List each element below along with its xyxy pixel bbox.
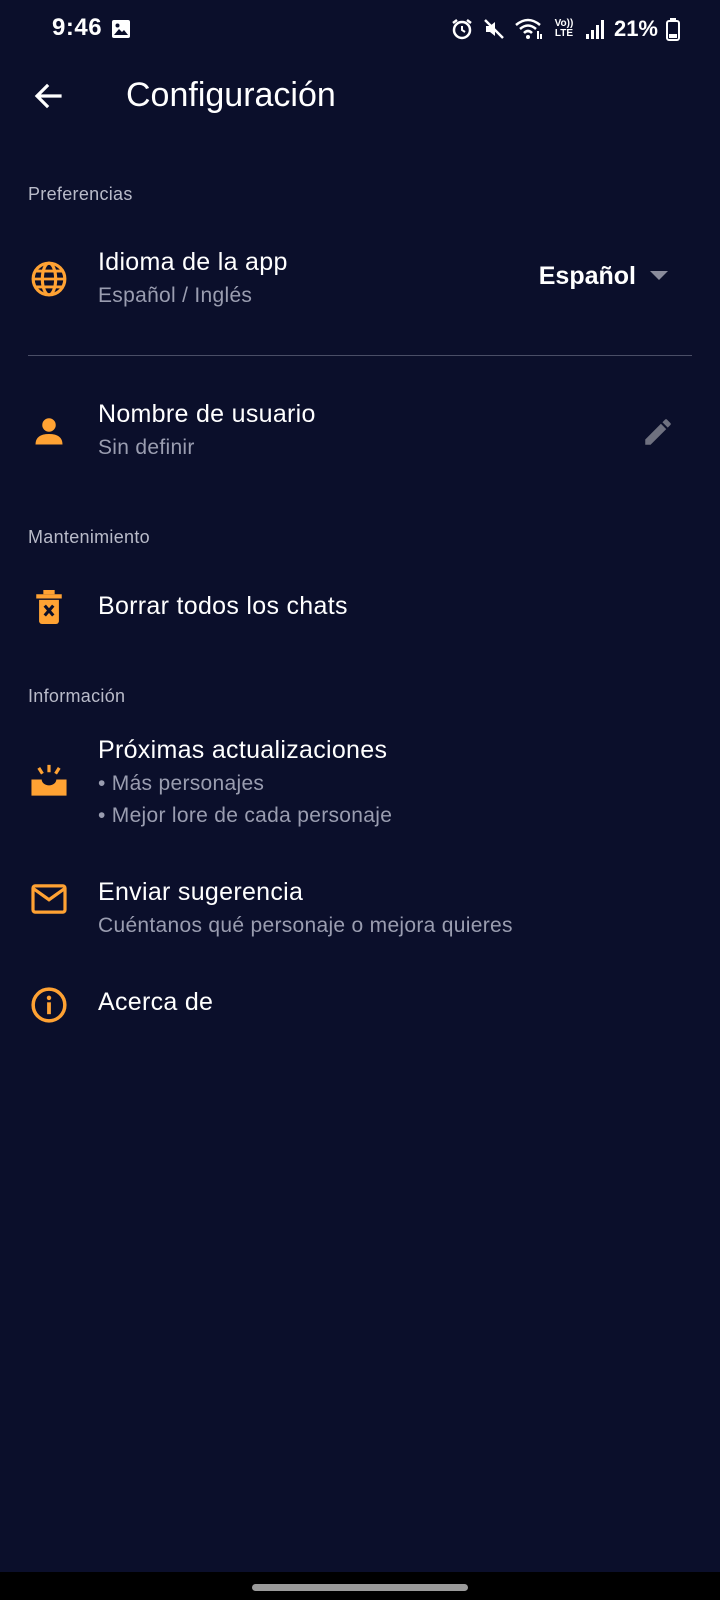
mail-icon [28, 878, 70, 920]
upcoming-update-bullet: • Más personajes [98, 772, 265, 795]
pencil-icon [641, 415, 675, 454]
section-header-maintenance: Mantenimiento [28, 527, 150, 547]
battery-percent: 21% [613, 16, 658, 41]
send-suggestion-subtitle: Cuéntanos qué personaje o mejora quieres [98, 914, 513, 937]
section-header-preferences: Preferencias [28, 184, 133, 204]
section-header-information: Información [28, 686, 126, 706]
gallery-icon [111, 19, 131, 39]
volte-icon: Vo)) LTE [552, 19, 576, 39]
delete-forever-icon [28, 586, 70, 628]
clear-chats-title: Borrar todos los chats [98, 592, 348, 620]
signal-icon [584, 18, 606, 40]
upcoming-updates-title: Próximas actualizaciones [98, 736, 388, 764]
person-icon [28, 410, 70, 452]
home-gesture-handle[interactable] [252, 1584, 468, 1591]
username-setting-row[interactable]: Nombre de usuario Sin definir [0, 390, 720, 490]
language-subtitle: Español / Inglés [98, 284, 253, 307]
send-suggestion-title: Enviar sugerencia [98, 878, 304, 906]
info-icon [28, 984, 70, 1026]
caret-down-icon [650, 268, 668, 286]
alarm-icon [450, 17, 474, 41]
edit-username-button[interactable] [636, 412, 680, 456]
username-title: Nombre de usuario [98, 400, 316, 428]
arrow-left-icon [32, 80, 64, 117]
about-row[interactable]: Acerca de [0, 984, 720, 1054]
page-title: Configuración [126, 76, 336, 114]
back-button[interactable] [24, 74, 72, 122]
clear-chats-row[interactable]: Borrar todos los chats [0, 570, 720, 646]
wifi-icon [514, 17, 544, 41]
status-icons: Vo)) LTE 21% [450, 15, 680, 43]
language-title: Idioma de la app [98, 248, 288, 276]
globe-icon [28, 258, 70, 300]
battery-icon [666, 17, 680, 41]
system-navigation-bar [0, 1572, 720, 1600]
language-dropdown-value: Español [538, 262, 636, 290]
volte-label: Vo)) LTE [554, 18, 574, 39]
send-suggestion-row[interactable]: Enviar sugerencia Cuéntanos qué personaj… [0, 872, 720, 972]
upcoming-updates-row[interactable]: Próximas actualizaciones • Más personaje… [0, 730, 720, 830]
language-dropdown[interactable]: Español [539, 262, 668, 291]
status-time: 9:46 [52, 14, 103, 41]
username-subtitle: Sin definir [98, 436, 195, 459]
app-bar: Configuración [0, 60, 720, 136]
mute-icon [482, 17, 506, 41]
upcoming-icon [28, 760, 70, 802]
status-bar: 9:46 Vo)) LTE 21% [0, 0, 720, 60]
about-title: Acerca de [98, 988, 214, 1016]
upcoming-update-bullet: • Mejor lore de cada personaje [98, 804, 393, 827]
divider [28, 355, 692, 356]
